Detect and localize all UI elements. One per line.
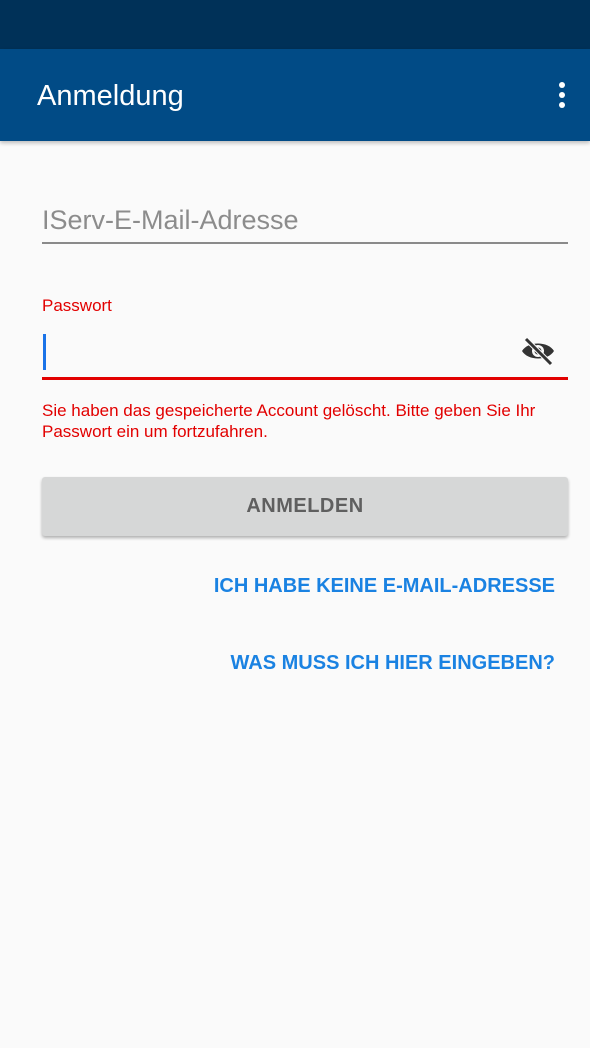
password-field-wrapper bbox=[42, 328, 568, 380]
password-label: Passwort bbox=[42, 296, 112, 315]
no-email-link[interactable]: ICH HABE KEINE E-MAIL-ADRESSE bbox=[214, 575, 555, 598]
status-bar bbox=[0, 0, 590, 49]
text-cursor bbox=[43, 334, 46, 370]
app-title: Anmeldung bbox=[37, 80, 184, 112]
menu-dot bbox=[559, 82, 565, 88]
help-link[interactable]: WAS MUSS ICH HIER EINGEBEN? bbox=[231, 652, 555, 675]
menu-dot bbox=[559, 92, 565, 98]
email-field[interactable] bbox=[42, 198, 568, 244]
password-error-message: Sie haben das gespeicherte Account gelös… bbox=[42, 401, 536, 441]
password-field[interactable] bbox=[42, 334, 502, 372]
menu-dot bbox=[559, 102, 565, 108]
more-vert-icon[interactable] bbox=[546, 75, 578, 115]
app-bar: Anmeldung bbox=[0, 49, 590, 141]
login-button[interactable]: ANMELDEN bbox=[42, 477, 568, 536]
eye-off-icon[interactable] bbox=[520, 336, 556, 366]
